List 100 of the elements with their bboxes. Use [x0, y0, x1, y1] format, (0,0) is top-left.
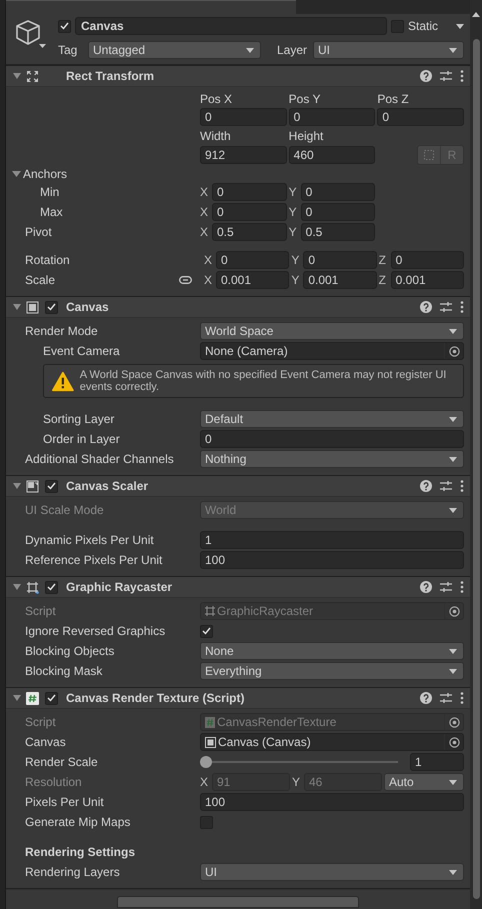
- component-header[interactable]: Canvas: [6, 296, 470, 318]
- number-field[interactable]: 0: [300, 183, 376, 201]
- object-picker-icon[interactable]: [448, 606, 460, 616]
- more-menu-icon[interactable]: [460, 581, 464, 593]
- number-field[interactable]: 0.001: [216, 271, 290, 289]
- presets-icon[interactable]: [440, 692, 452, 704]
- number-field[interactable]: 0.001: [303, 271, 377, 289]
- foldout-arrow-icon[interactable]: [12, 170, 21, 178]
- help-icon[interactable]: [420, 301, 432, 313]
- caret-icon: [449, 508, 457, 512]
- field-label: Dynamic Pixels Per Unit: [25, 533, 155, 547]
- dropdown[interactable]: Nothing: [200, 450, 464, 468]
- enable-checkbox[interactable]: [45, 300, 58, 314]
- help-icon[interactable]: [420, 480, 432, 492]
- checkbox[interactable]: [200, 624, 213, 638]
- foldout-arrow-icon[interactable]: [13, 583, 21, 591]
- number-field[interactable]: 100: [200, 551, 464, 569]
- component-header[interactable]: Graphic Raycaster: [6, 576, 470, 598]
- link-icon[interactable]: [179, 276, 192, 284]
- cube-icon[interactable]: [14, 18, 46, 50]
- presets-icon[interactable]: [440, 70, 452, 82]
- axis-label: X: [200, 225, 209, 239]
- axis-label: X: [200, 775, 209, 789]
- number-field[interactable]: 1: [410, 753, 464, 771]
- warning-message: A World Space Canvas with no specified Event Camera may not register UI events correctly.: [80, 369, 448, 393]
- enable-checkbox[interactable]: [45, 480, 58, 492]
- foldout-arrow-icon[interactable]: [13, 694, 21, 702]
- axis-label: X: [200, 185, 209, 199]
- component-title: Canvas: [66, 300, 110, 314]
- number-field[interactable]: 0: [200, 430, 464, 448]
- more-menu-icon[interactable]: [460, 70, 464, 82]
- foldout-arrow-icon[interactable]: [13, 72, 21, 80]
- number-field[interactable]: 0: [377, 108, 464, 126]
- dropdown[interactable]: None: [200, 642, 464, 660]
- number-field[interactable]: 0: [212, 203, 287, 221]
- field-label: Scale: [25, 273, 56, 287]
- caret-icon: [449, 456, 457, 462]
- more-menu-icon[interactable]: [460, 480, 464, 492]
- tag-dropdown[interactable]: Untagged: [88, 41, 261, 59]
- number-field[interactable]: 100: [200, 793, 464, 811]
- field-label: Height: [288, 128, 324, 142]
- dropdown[interactable]: Everything: [200, 662, 464, 680]
- dropdown[interactable]: Default: [200, 410, 464, 428]
- number-field[interactable]: 0.5: [300, 223, 376, 241]
- axis-label: Y: [288, 205, 298, 219]
- field-label: Min: [39, 185, 60, 199]
- help-icon[interactable]: [420, 581, 432, 593]
- foldout-arrow-icon[interactable]: [13, 303, 21, 311]
- number-field[interactable]: 460: [288, 146, 376, 164]
- help-icon[interactable]: [420, 692, 432, 704]
- slider-thumb[interactable]: [200, 756, 212, 768]
- dropdown[interactable]: UI: [200, 863, 464, 881]
- foldout-arrow-icon[interactable]: [13, 482, 21, 490]
- name-field[interactable]: Canvas: [75, 17, 387, 35]
- component-header[interactable]: Canvas Scaler: [6, 475, 470, 497]
- field-label: Generate Mip Maps: [25, 815, 132, 829]
- field-label: Layer: [277, 43, 308, 57]
- checkbox[interactable]: [200, 816, 213, 828]
- more-menu-icon[interactable]: [460, 692, 464, 704]
- more-menu-icon[interactable]: [460, 301, 464, 313]
- field-label: Render Mode: [25, 324, 99, 338]
- active-checkbox[interactable]: [58, 20, 71, 32]
- presets-icon[interactable]: [440, 301, 452, 313]
- number-field[interactable]: 0.001: [390, 271, 464, 289]
- number-field[interactable]: 0: [303, 251, 377, 269]
- number-field[interactable]: 0: [390, 251, 464, 269]
- axis-label: Y: [291, 273, 300, 287]
- caret-icon: [449, 780, 457, 784]
- number-field[interactable]: 0: [300, 203, 376, 221]
- field-label: Script: [25, 715, 57, 729]
- number-field[interactable]: 912: [200, 146, 287, 164]
- component-header[interactable]: Rect Transform: [6, 65, 470, 87]
- object-field[interactable]: Canvas (Canvas): [200, 733, 464, 751]
- component-header[interactable]: Canvas Render Texture (Script): [6, 687, 470, 709]
- object-picker-icon[interactable]: [448, 346, 460, 356]
- number-field[interactable]: 0: [200, 108, 287, 126]
- field-label: Static: [408, 19, 438, 33]
- field-label: Pos X: [200, 92, 232, 106]
- field-label: Max: [39, 205, 64, 219]
- scrollbar-thumb[interactable]: [472, 39, 480, 899]
- object-field[interactable]: None (Camera): [200, 342, 464, 360]
- field-label: Resolution: [25, 775, 83, 789]
- dropdown[interactable]: World Space: [200, 322, 464, 340]
- presets-icon[interactable]: [440, 581, 452, 593]
- layer-dropdown[interactable]: UI: [313, 41, 464, 59]
- scaler-icon: [26, 480, 39, 492]
- number-field[interactable]: 0: [212, 183, 287, 201]
- static-checkbox[interactable]: [390, 20, 404, 32]
- help-icon[interactable]: [420, 70, 432, 82]
- number-field[interactable]: 1: [200, 531, 464, 549]
- enable-checkbox[interactable]: [45, 580, 58, 594]
- presets-icon[interactable]: [440, 480, 452, 492]
- number-field[interactable]: 0: [216, 251, 290, 269]
- script-icon: [26, 692, 39, 704]
- number-field[interactable]: 0: [288, 108, 376, 126]
- scroll-up-icon[interactable]: [472, 12, 480, 17]
- number-field[interactable]: 0.5: [212, 223, 287, 241]
- object-picker-icon[interactable]: [448, 736, 460, 748]
- object-picker-icon[interactable]: [448, 716, 460, 728]
- enable-checkbox[interactable]: [45, 692, 58, 704]
